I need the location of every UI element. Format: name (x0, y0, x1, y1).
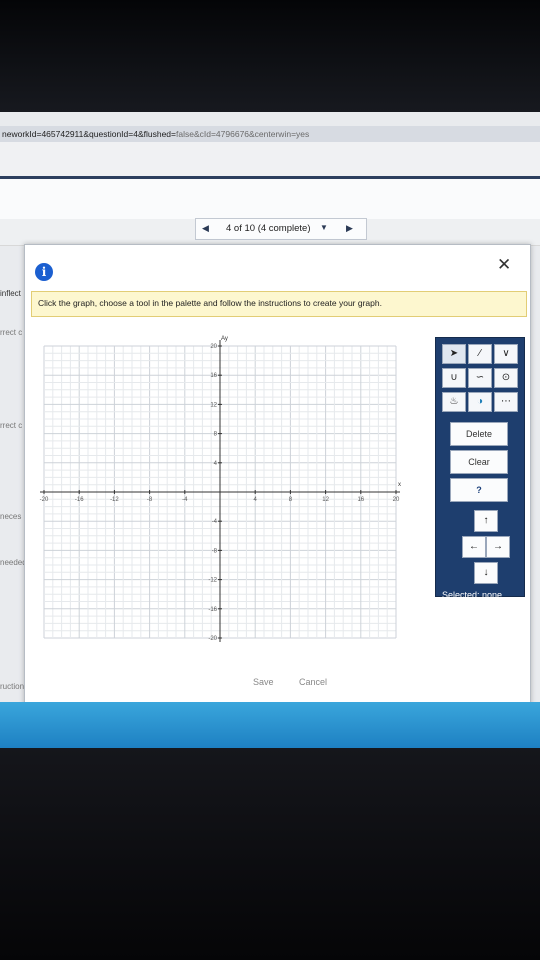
region-tool-icon[interactable]: ◑ (468, 392, 492, 412)
help-button[interactable]: ? (450, 478, 508, 502)
address-bar[interactable]: neworkId=465742911&questionId=4&flushed=… (0, 126, 540, 142)
circle-tool-icon[interactable]: ⊙ (494, 368, 518, 388)
y-axis-label: Ay (221, 336, 228, 342)
pointer-tool-icon[interactable]: ➤ (442, 344, 466, 364)
delete-button[interactable]: Delete (450, 422, 508, 446)
previous-question-icon[interactable]: ◀ (202, 223, 209, 234)
coordinate-graph[interactable]: -20 -16 -12 -8 -4 4 8 12 16 20 20 16 12 8 4 -4 -8 -12 -16 -… (39, 333, 401, 651)
curve-tool-icon[interactable]: ∽ (468, 368, 492, 388)
selected-tool-status: Selected: none (442, 590, 503, 600)
arrow-up-icon[interactable]: ↑ (474, 510, 498, 532)
clear-button[interactable]: Clear (450, 450, 508, 474)
x-tick-label: -20 (40, 497, 49, 503)
y-tick-label: 16 (210, 373, 217, 379)
instruction-banner: Click the graph, choose a tool in the pa… (31, 291, 527, 317)
x-tick-label: -8 (147, 497, 153, 503)
windows-taskbar (0, 702, 540, 752)
y-tick-label: -12 (208, 578, 217, 584)
y-tick-label: -4 (212, 519, 218, 525)
save-button[interactable]: Save (253, 677, 274, 687)
y-tick-label: 12 (210, 402, 217, 408)
browser-screen: neworkId=465742911&questionId=4&flushed=… (0, 112, 540, 752)
background-text-fragment: neces (0, 512, 22, 521)
graph-canvas[interactable]: -20 -16 -12 -8 -4 4 8 12 16 20 20 16 12 8 4 -4 -8 -12 -16 -… (39, 333, 401, 651)
header-band (0, 142, 540, 176)
y-tick-label: -16 (208, 607, 217, 613)
x-tick-label: 20 (393, 497, 400, 503)
x-tick-label: -16 (75, 497, 84, 503)
parabola-tool-icon[interactable]: ∪ (442, 368, 466, 388)
monitor-bezel-top (0, 0, 540, 112)
x-tick-label: 12 (322, 497, 329, 503)
paint-bucket-tool-icon[interactable]: ♨ (442, 392, 466, 412)
v-shape-tool-icon[interactable]: ∨ (494, 344, 518, 364)
background-text-fragment: rrect c (0, 328, 23, 337)
background-text-fragment: inflect (0, 289, 21, 298)
arrow-right-icon[interactable]: → (486, 536, 510, 558)
tool-palette: ➤ ∕ ∨ ∪ ∽ ⊙ ♨ ◑ ⋯ Delete Clear ? ↑ ← → ↓… (435, 337, 525, 600)
line-tool-icon[interactable]: ∕ (468, 344, 492, 364)
dashed-line-tool-icon[interactable]: ⋯ (494, 392, 518, 412)
monitor-bezel-bottom (0, 748, 540, 960)
arrow-left-icon[interactable]: ← (462, 536, 486, 558)
close-icon[interactable]: ✕ (497, 255, 511, 275)
cancel-button[interactable]: Cancel (299, 677, 327, 687)
background-text-fragment: needed (0, 558, 27, 567)
x-tick-label: -12 (110, 497, 119, 503)
x-tick-label: 16 (357, 497, 364, 503)
x-tick-label: 8 (289, 497, 293, 503)
background-text-fragment: rrect c (0, 421, 23, 430)
arrow-down-icon[interactable]: ↓ (474, 562, 498, 584)
question-pager: ◀ 4 of 10 (4 complete) ▼ ▶ (195, 218, 367, 240)
chevron-down-icon[interactable]: ▼ (320, 223, 328, 232)
graph-dialog: i ✕ Click the graph, choose a tool in th… (24, 244, 531, 720)
y-tick-label: -20 (208, 636, 217, 642)
y-tick-label: -8 (212, 548, 218, 554)
subheader-band (0, 179, 540, 219)
x-tick-label: 4 (254, 497, 258, 503)
x-axis-label: x (398, 482, 401, 488)
x-tick-label: -4 (182, 497, 188, 503)
info-icon: i (35, 263, 53, 281)
url-text-faded: false&cId=4796676&centerwin=yes (176, 129, 310, 139)
y-tick-label: 20 (210, 344, 217, 350)
y-tick-label: 4 (214, 461, 218, 467)
question-progress[interactable]: 4 of 10 (4 complete) (226, 223, 311, 234)
url-text: neworkId=465742911&questionId=4&flushed= (2, 129, 176, 139)
y-tick-label: 8 (214, 432, 218, 438)
next-question-icon[interactable]: ▶ (346, 223, 353, 234)
